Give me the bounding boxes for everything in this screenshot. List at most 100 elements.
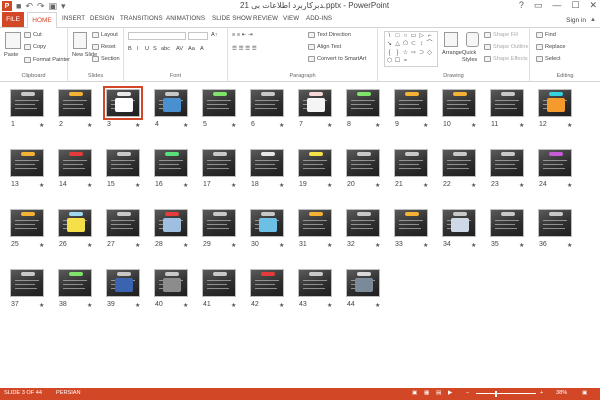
transition-star-icon[interactable]: ★	[87, 302, 92, 309]
slide-thumbnail[interactable]	[154, 89, 188, 117]
transition-star-icon[interactable]: ★	[471, 182, 476, 189]
shape-diamond[interactable]: ◇	[426, 50, 433, 57]
slide-thumbnail[interactable]	[442, 149, 476, 177]
slide-thumbnail[interactable]	[202, 89, 236, 117]
arrange-icon[interactable]	[444, 32, 458, 47]
tab-add-ins[interactable]: ADD-INS	[306, 15, 332, 22]
reset-button[interactable]: Reset	[92, 44, 116, 50]
paste-icon[interactable]	[5, 32, 21, 49]
shape-bracket[interactable]: ⌐	[426, 33, 433, 40]
shape-effects-button[interactable]: Shape Effects	[484, 56, 528, 62]
select-button[interactable]: Select	[536, 56, 561, 62]
new-slide-icon[interactable]	[73, 32, 87, 49]
slide-thumbnail[interactable]	[538, 89, 572, 117]
tab-transitions[interactable]: TRANSITIONS	[120, 15, 163, 22]
transition-star-icon[interactable]: ★	[375, 242, 380, 249]
transition-star-icon[interactable]: ★	[39, 182, 44, 189]
shape-arc[interactable]: ⌒	[426, 41, 433, 48]
shape-subset[interactable]: ⊂	[410, 41, 417, 48]
transition-star-icon[interactable]: ★	[87, 182, 92, 189]
shape-outline-button[interactable]: Shape Outline	[484, 44, 528, 50]
align-text-button[interactable]: Align Text	[308, 44, 341, 50]
quick-styles-icon[interactable]	[466, 32, 479, 47]
transition-star-icon[interactable]: ★	[519, 122, 524, 129]
slide-thumbnail[interactable]	[58, 209, 92, 237]
transition-star-icon[interactable]: ★	[183, 302, 188, 309]
shape-triangle-right[interactable]: ▷	[418, 33, 425, 40]
transition-star-icon[interactable]: ★	[183, 122, 188, 129]
slide-thumbnail[interactable]	[346, 269, 380, 297]
slide-thumbnail[interactable]	[154, 149, 188, 177]
tab-slide-show[interactable]: SLIDE SHOW	[212, 15, 252, 22]
slide-thumbnail[interactable]	[394, 209, 428, 237]
start-from-beginning-icon[interactable]: ▣	[49, 1, 58, 11]
slide-thumbnail[interactable]	[106, 269, 140, 297]
tab-file[interactable]: FILE	[2, 12, 24, 27]
transition-star-icon[interactable]: ★	[327, 302, 332, 309]
customize-icon[interactable]: ▾	[61, 1, 66, 11]
slide-thumbnail[interactable]	[298, 269, 332, 297]
transition-star-icon[interactable]: ★	[519, 242, 524, 249]
minimize-icon[interactable]: —	[552, 0, 561, 11]
format-painter-button[interactable]: Format Painter	[24, 57, 70, 63]
slide-thumbnail[interactable]	[490, 209, 524, 237]
transition-star-icon[interactable]: ★	[135, 302, 140, 309]
slide-thumbnail[interactable]	[394, 89, 428, 117]
slide-thumbnail[interactable]	[202, 149, 236, 177]
transition-star-icon[interactable]: ★	[567, 182, 572, 189]
slide-thumbnail[interactable]	[10, 149, 44, 177]
transition-star-icon[interactable]: ★	[423, 242, 428, 249]
transition-star-icon[interactable]: ★	[39, 122, 44, 129]
save-icon[interactable]: ■	[16, 1, 21, 11]
zoom-in-icon[interactable]: +	[540, 390, 543, 396]
slide-thumbnail[interactable]	[250, 209, 284, 237]
shape-brace-right[interactable]: }	[394, 50, 401, 57]
slide-thumbnail[interactable]	[346, 149, 380, 177]
slide-thumbnail[interactable]	[346, 89, 380, 117]
transition-star-icon[interactable]: ★	[423, 122, 428, 129]
slide-thumbnail[interactable]	[490, 89, 524, 117]
shape-line[interactable]: \	[386, 33, 393, 40]
shape-double-arrow[interactable]: ↕	[418, 41, 425, 48]
slide-thumbnail[interactable]	[298, 89, 332, 117]
shape-star[interactable]: ☆	[402, 50, 409, 57]
shapes-gallery[interactable]: \ □ ○ ▭ ▷ ⌐ ↘ △ ⬠ ⊂ ↕ ⌒ { } ☆ ⇨ ⊃ ◇ ⬡ ☐ …	[384, 31, 438, 67]
slideshow-view-icon[interactable]: ▶	[448, 390, 452, 396]
help-icon[interactable]: ?	[519, 0, 524, 11]
normal-view-icon[interactable]: ▣	[412, 390, 417, 396]
slide-thumbnail[interactable]	[346, 209, 380, 237]
zoom-slider-thumb[interactable]	[495, 391, 497, 397]
slide-sorter-view-icon[interactable]: ▦	[424, 390, 429, 396]
cut-button[interactable]: Cut	[24, 32, 42, 38]
slide-thumbnail[interactable]	[394, 149, 428, 177]
transition-star-icon[interactable]: ★	[87, 242, 92, 249]
shape-arrow[interactable]: ↘	[386, 41, 393, 48]
transition-star-icon[interactable]: ★	[279, 122, 284, 129]
close-icon[interactable]: ✕	[589, 0, 597, 11]
transition-star-icon[interactable]: ★	[135, 242, 140, 249]
transition-star-icon[interactable]: ★	[375, 182, 380, 189]
grow-font-icon[interactable]: A↑	[211, 32, 218, 38]
slide-thumbnail[interactable]	[106, 149, 140, 177]
shape-wave[interactable]: ≈	[402, 58, 409, 65]
change-case-button[interactable]: Aa	[188, 46, 195, 52]
slide-thumbnail[interactable]	[10, 209, 44, 237]
find-button[interactable]: Find	[536, 32, 556, 38]
slide-thumbnail[interactable]	[10, 269, 44, 297]
zoom-slider[interactable]	[476, 393, 536, 394]
slide-thumbnail[interactable]	[103, 86, 143, 120]
slide-thumbnail[interactable]	[250, 89, 284, 117]
tab-review[interactable]: REVIEW	[253, 15, 278, 22]
slide-thumbnail[interactable]	[250, 269, 284, 297]
layout-button[interactable]: Layout	[92, 32, 118, 38]
font-color-button[interactable]: A	[200, 46, 204, 52]
shadow-button[interactable]: abc	[161, 46, 170, 52]
restore-icon[interactable]: ▭	[534, 0, 543, 11]
transition-star-icon[interactable]: ★	[39, 302, 44, 309]
transition-star-icon[interactable]: ★	[231, 182, 236, 189]
transition-star-icon[interactable]: ★	[327, 182, 332, 189]
shape-triangle[interactable]: △	[394, 41, 401, 48]
redo-icon[interactable]: ↷	[37, 1, 45, 11]
transition-star-icon[interactable]: ★	[39, 242, 44, 249]
zoom-out-icon[interactable]: –	[466, 390, 469, 396]
